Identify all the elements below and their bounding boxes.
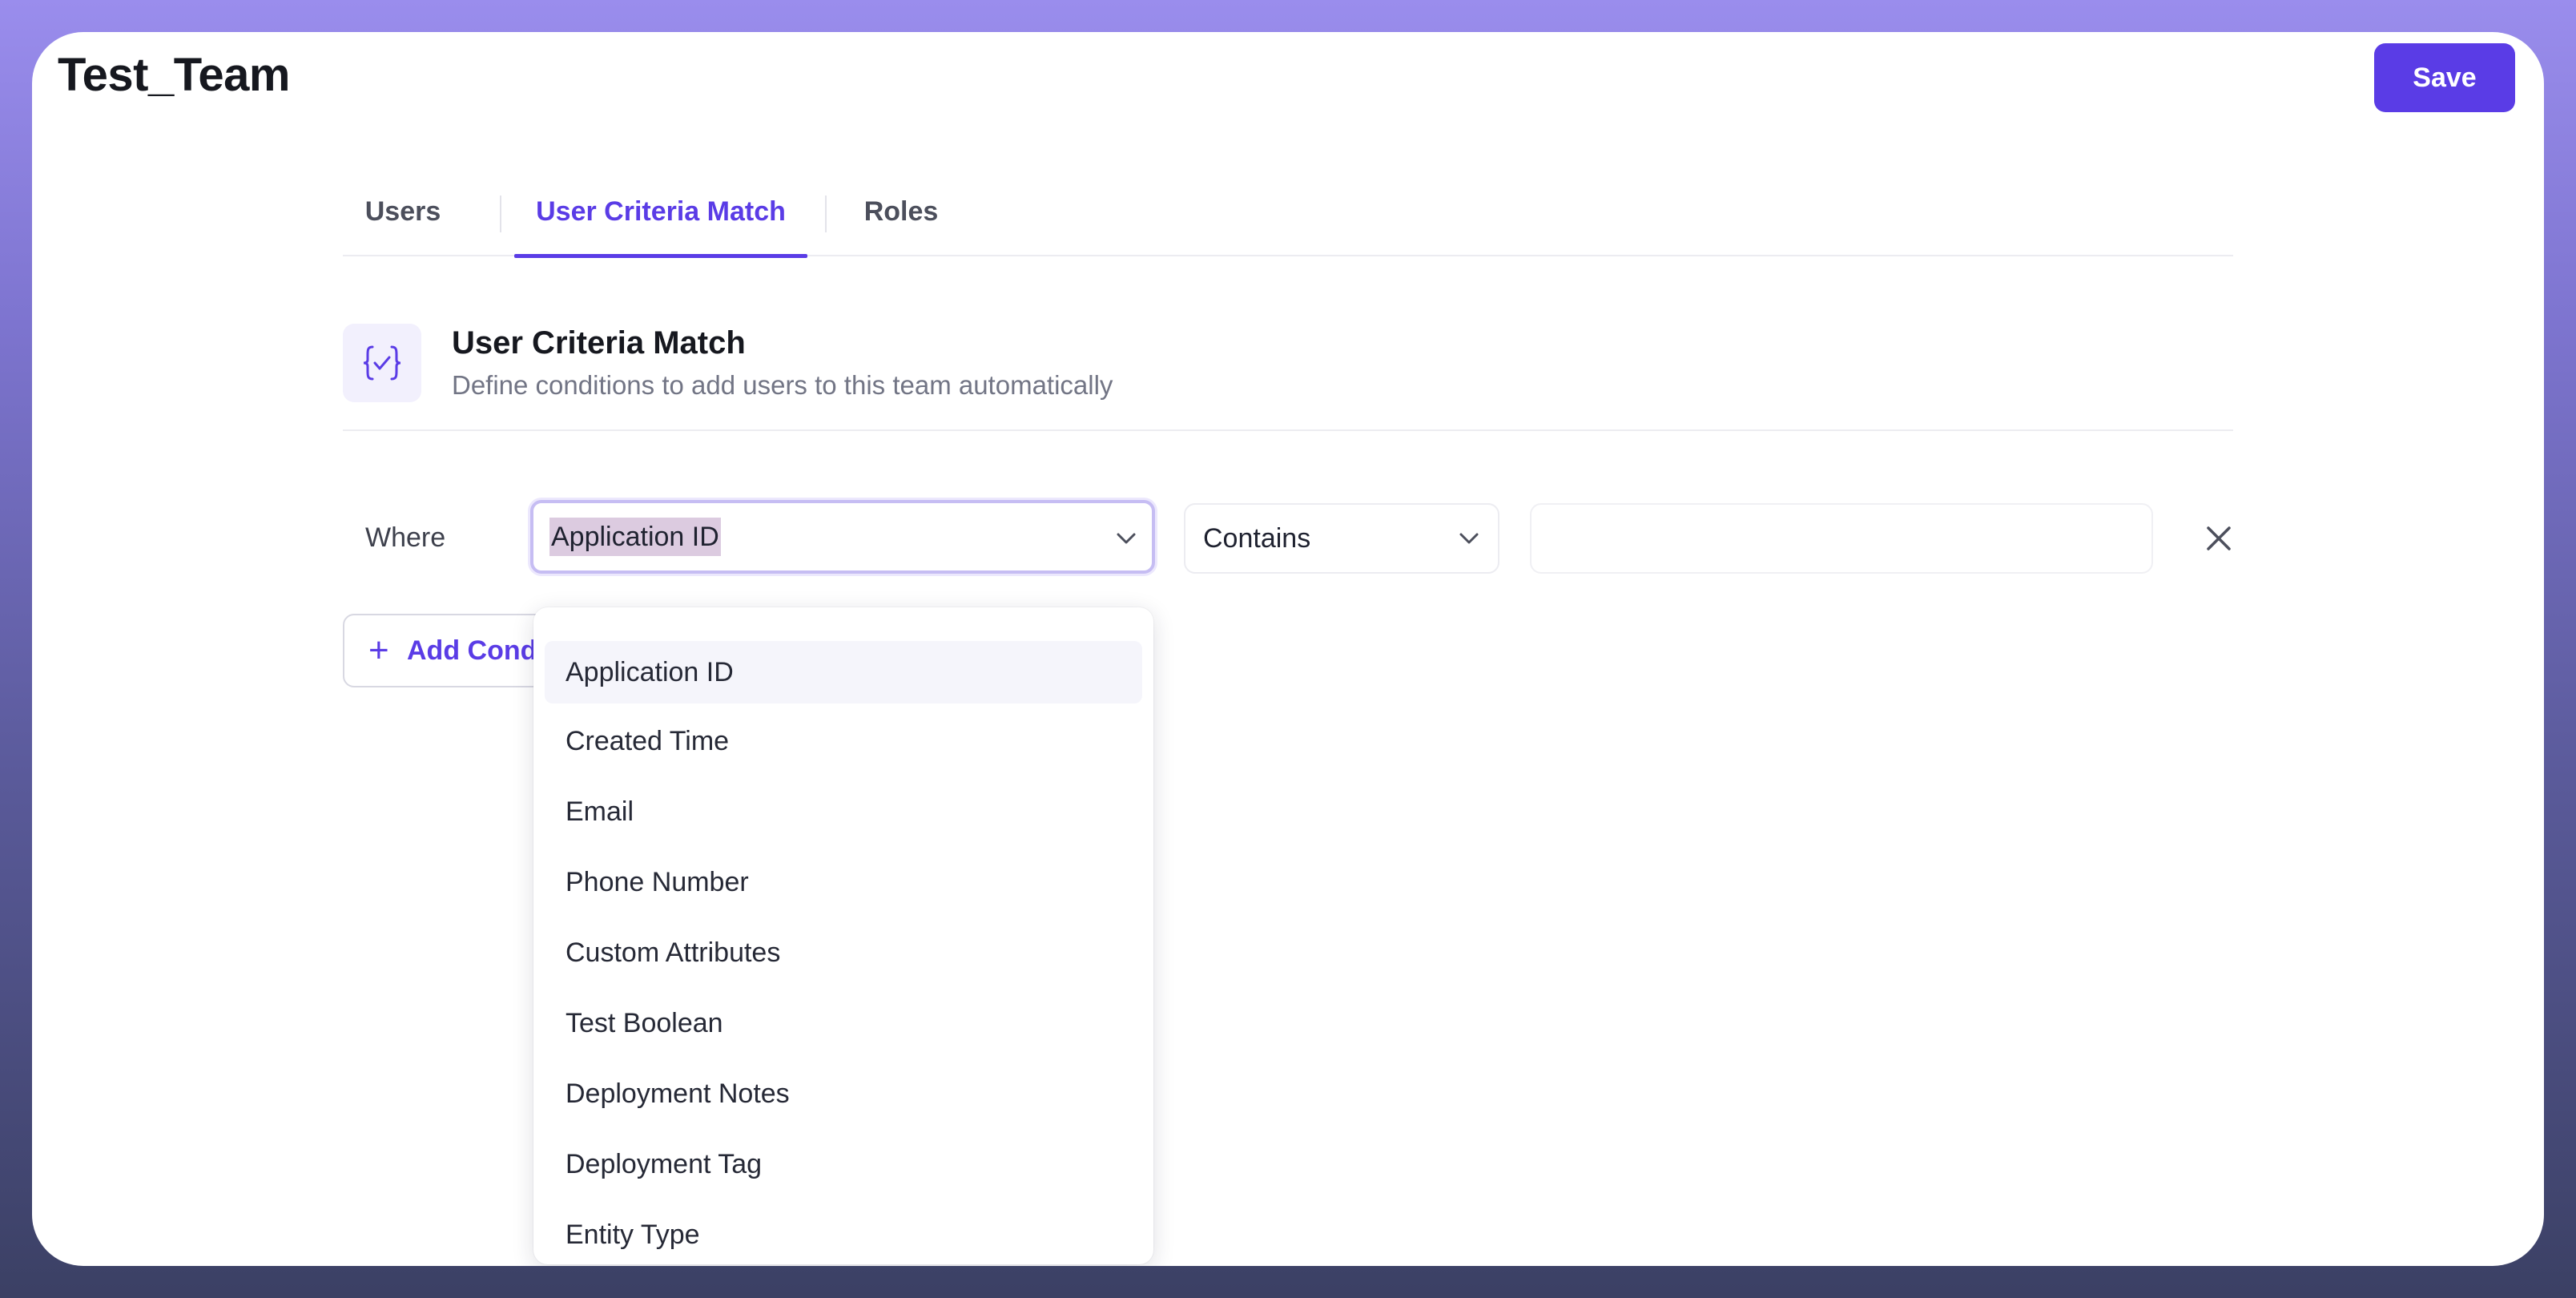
field-options-dropdown: Application ID Created Time Email Phone … [533, 607, 1153, 1264]
chevron-down-icon[interactable] [1456, 526, 1482, 551]
save-button[interactable]: Save [2374, 43, 2515, 112]
tab-user-criteria-match[interactable]: User Criteria Match [514, 167, 807, 258]
tab-users[interactable]: Users [343, 167, 463, 256]
tab-bar: Users User Criteria Match Roles [343, 167, 2233, 258]
plus-icon: + [368, 631, 389, 670]
field-select[interactable]: Application ID [530, 500, 1155, 574]
operator-select[interactable]: Contains [1184, 503, 1499, 574]
dropdown-option[interactable]: Deployment Notes [545, 1062, 1142, 1125]
dropdown-option[interactable]: Created Time [545, 710, 1142, 772]
dropdown-option[interactable]: Email [545, 780, 1142, 843]
field-select-value[interactable]: Application ID [549, 518, 721, 556]
dropdown-option[interactable]: Deployment Tag [545, 1133, 1142, 1195]
dropdown-option[interactable]: Custom Attributes [545, 921, 1142, 984]
tab-divider [500, 196, 501, 232]
tab-divider [825, 196, 827, 232]
tab-roles[interactable]: Roles [839, 167, 963, 256]
operator-select-value: Contains [1203, 523, 1311, 554]
chevron-down-icon[interactable] [1113, 526, 1139, 551]
section-subtitle: Define conditions to add users to this t… [452, 370, 1113, 400]
dropdown-option[interactable]: Test Boolean [545, 992, 1142, 1054]
dropdown-option[interactable]: Phone Number [545, 851, 1142, 913]
app-window: Test_Team Save Users User Criteria Match… [32, 32, 2544, 1266]
where-label: Where [365, 522, 446, 553]
curly-braces-check-icon [343, 324, 421, 402]
section-title: User Criteria Match [452, 325, 746, 361]
close-icon[interactable] [2193, 513, 2244, 564]
section-divider [343, 429, 2233, 431]
dropdown-option[interactable]: Entity Type [545, 1203, 1142, 1264]
dropdown-option[interactable]: Application ID [545, 641, 1142, 703]
page-title: Test_Team [58, 49, 290, 101]
condition-value-input[interactable] [1530, 503, 2153, 574]
